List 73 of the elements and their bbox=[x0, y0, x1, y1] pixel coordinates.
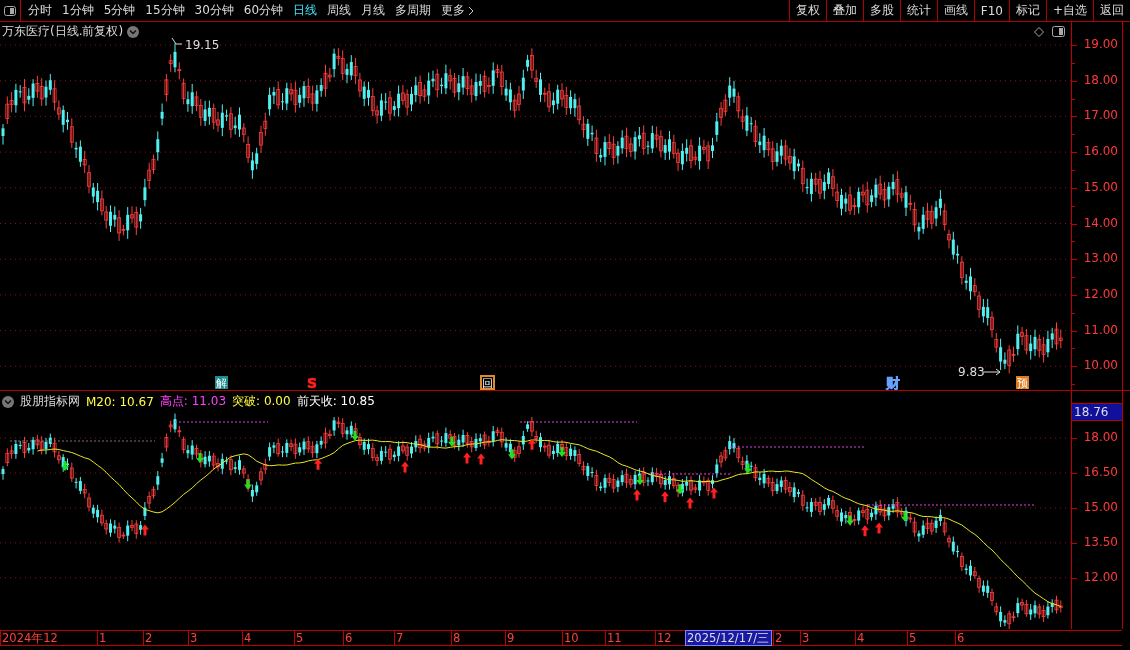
date-label: 2024年12 bbox=[0, 631, 58, 645]
indicator-value: 突破: 0.00 bbox=[232, 393, 291, 410]
toolbar-button[interactable]: 标记 bbox=[1008, 0, 1046, 21]
dropdown-icon[interactable] bbox=[2, 395, 14, 408]
toolbar-button[interactable]: 复权 bbox=[788, 0, 826, 21]
axis-label: 13.50 bbox=[1083, 534, 1118, 549]
date-label: 9 bbox=[505, 631, 515, 645]
date-label: 4 bbox=[242, 631, 252, 645]
period-tab[interactable]: 60分钟 bbox=[243, 2, 284, 19]
toolbar-button[interactable]: F10 bbox=[973, 0, 1009, 21]
axis-label: 10.00 bbox=[1083, 358, 1118, 373]
period-tab[interactable]: 更多 bbox=[441, 2, 475, 19]
event-marker[interactable]: 回 bbox=[480, 375, 495, 390]
period-tab[interactable]: 月线 bbox=[361, 2, 386, 19]
axis-label: 16.00 bbox=[1083, 144, 1118, 159]
period-tab[interactable]: 分时 bbox=[28, 2, 52, 19]
period-tab[interactable]: 30分钟 bbox=[194, 2, 234, 19]
panel-toggle-icon[interactable] bbox=[1052, 26, 1066, 37]
toolbar-button[interactable]: 统计 bbox=[899, 0, 937, 21]
axis-label: 13.00 bbox=[1083, 251, 1118, 266]
period-tab[interactable]: 周线 bbox=[327, 2, 352, 19]
indicator-value: M20: 10.67 bbox=[86, 394, 154, 409]
axis-label: 17.00 bbox=[1083, 108, 1118, 123]
date-label: 6 bbox=[343, 631, 353, 645]
low-price-label: 9.83 bbox=[958, 365, 1001, 379]
axis-label: 18.00 bbox=[1083, 430, 1118, 444]
axis-label: 16.50 bbox=[1083, 464, 1118, 479]
period-tab[interactable]: 日线 bbox=[293, 2, 318, 19]
date-label: 2 bbox=[773, 631, 783, 645]
date-label: 3 bbox=[188, 631, 198, 645]
date-label: 8 bbox=[451, 631, 461, 645]
chart-title: 万东医疗(日线.前复权) bbox=[2, 23, 124, 40]
toolbar-button[interactable]: +自选 bbox=[1045, 0, 1093, 21]
axis-label: 19.00 bbox=[1083, 37, 1118, 51]
period-tab[interactable]: 15分钟 bbox=[145, 2, 185, 19]
period-tab[interactable]: 1分钟 bbox=[62, 2, 94, 19]
event-marker[interactable]: 财 bbox=[886, 375, 900, 390]
panel-toggle-icon[interactable] bbox=[4, 5, 16, 16]
dropdown-icon[interactable] bbox=[127, 25, 140, 38]
date-label: 2025/12/17/三 bbox=[685, 630, 773, 646]
date-label: 5 bbox=[294, 631, 304, 645]
date-label: 10 bbox=[562, 631, 579, 645]
high-price-label: 19.15 bbox=[171, 37, 220, 52]
date-label: 7 bbox=[394, 631, 404, 645]
chevron-icon[interactable] bbox=[468, 5, 475, 16]
axis-label: 18.00 bbox=[1083, 72, 1118, 87]
date-label: 5 bbox=[907, 631, 917, 645]
date-label: 1 bbox=[97, 631, 107, 645]
axis-label: 15.00 bbox=[1083, 499, 1118, 514]
event-marker[interactable]: 解 bbox=[215, 376, 228, 390]
indicator-value: 高点: 11.03 bbox=[159, 393, 227, 410]
diamond-icon[interactable] bbox=[1034, 26, 1045, 37]
event-marker[interactable]: S bbox=[306, 375, 318, 390]
axis-label: 11.00 bbox=[1083, 322, 1118, 337]
axis-label: 12.00 bbox=[1083, 569, 1118, 584]
date-label: 2 bbox=[143, 631, 153, 645]
indicator-title: 股朋指标网 bbox=[20, 393, 80, 410]
axis-label: 12.00 bbox=[1083, 286, 1118, 301]
period-tab[interactable]: 5分钟 bbox=[103, 2, 136, 19]
indicator-value: 前天收: 10.85 bbox=[296, 393, 375, 410]
date-label: 12 bbox=[655, 631, 672, 645]
toolbar-button[interactable]: 画线 bbox=[936, 0, 974, 21]
date-label: 3 bbox=[800, 631, 810, 645]
toolbar-button[interactable]: 多股 bbox=[862, 0, 900, 21]
date-label: 4 bbox=[855, 631, 865, 645]
date-label: 11 bbox=[605, 631, 622, 645]
current-price-label: 18.76 bbox=[1072, 403, 1122, 421]
date-label: 6 bbox=[955, 631, 965, 645]
axis-label: 14.00 bbox=[1083, 215, 1118, 230]
axis-label: 15.00 bbox=[1083, 179, 1118, 194]
period-tab[interactable]: 多周期 bbox=[395, 2, 432, 19]
toolbar-button[interactable]: 叠加 bbox=[825, 0, 863, 21]
toolbar-button[interactable]: 返回 bbox=[1093, 0, 1130, 21]
